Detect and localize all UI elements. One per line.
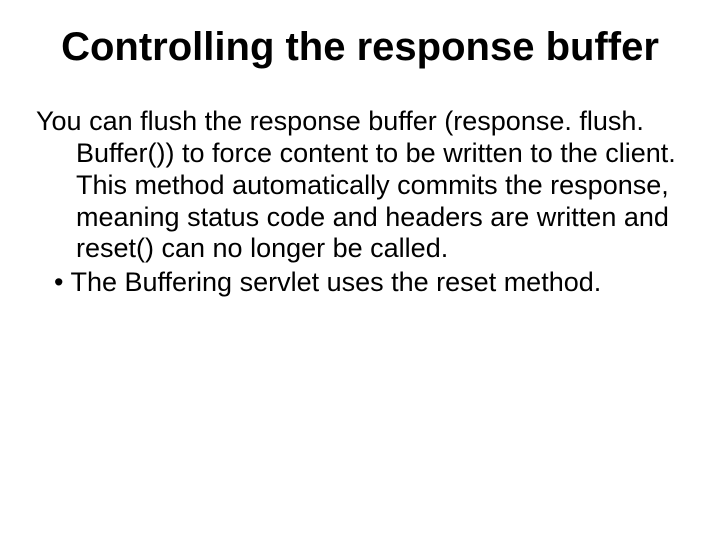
- body-bullet-1: The Buffering servlet uses the reset met…: [36, 267, 684, 299]
- body-paragraph: You can flush the response buffer (respo…: [36, 106, 684, 265]
- slide-title: Controlling the response buffer: [36, 24, 684, 70]
- slide-body: You can flush the response buffer (respo…: [36, 106, 684, 299]
- slide: Controlling the response buffer You can …: [0, 0, 720, 540]
